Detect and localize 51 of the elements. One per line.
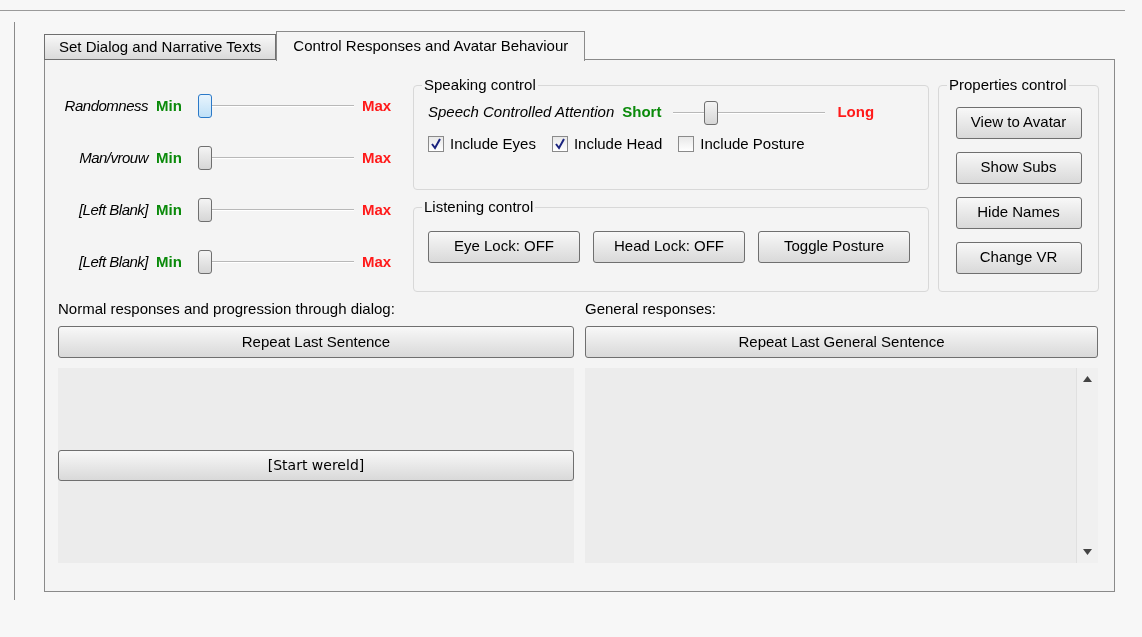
min-label: Min (156, 199, 183, 220)
min-label: Min (156, 95, 183, 116)
button[interactable]: Toggle Posture (758, 230, 910, 263)
min-label: Min (156, 147, 183, 168)
checkbox[interactable] (678, 135, 695, 152)
slider[interactable] (673, 100, 826, 125)
max-label: Max (362, 251, 392, 272)
max-label: Max (362, 199, 392, 220)
slider[interactable] (198, 198, 354, 222)
slider-label: Speech Controlled Attention (428, 102, 615, 123)
button[interactable]: Repeat Last Sentence (58, 326, 574, 358)
button[interactable]: Hide Names (955, 196, 1082, 229)
checkbox[interactable] (428, 135, 444, 152)
section-label: Normal responses and progression through dialog: (58, 299, 396, 318)
group-title: Properties control (948, 75, 1068, 95)
checkbox-label: Include Eyes (450, 133, 536, 154)
checkbox[interactable] (551, 135, 568, 152)
slider-label: Randomness (63, 95, 149, 116)
scrollbar[interactable] (1076, 368, 1098, 563)
max-label: Max (362, 95, 392, 116)
max-label: Long (837, 102, 875, 123)
button[interactable]: Show Subs (955, 151, 1082, 184)
scroll-down-icon[interactable] (1083, 549, 1092, 555)
slider-label: [Left Blank] (77, 199, 150, 220)
button[interactable]: [Start wereld] (58, 450, 574, 481)
tab[interactable]: Set Dialog and Narrative Texts (44, 34, 277, 60)
slider-thumb[interactable] (703, 100, 718, 125)
section-label: General responses: (585, 299, 717, 318)
scroll-up-icon[interactable] (1083, 376, 1092, 382)
slider-thumb[interactable] (198, 198, 212, 222)
button[interactable]: Head Lock: OFF (593, 230, 745, 263)
button[interactable]: Eye Lock: OFF (428, 230, 580, 263)
slider-thumb[interactable] (198, 94, 212, 118)
min-label: Short (622, 102, 662, 123)
group-title: Speaking control (423, 75, 537, 95)
slider-thumb[interactable] (198, 250, 212, 274)
slider-label: [Left Blank] (77, 251, 150, 272)
group-title: Listening control (423, 197, 535, 217)
max-label: Max (362, 147, 392, 168)
slider-label: Man/vrouw (78, 147, 150, 168)
checkbox-label: Include Posture (700, 133, 805, 154)
button[interactable]: Change VR (955, 241, 1082, 274)
button[interactable]: View to Avatar (955, 106, 1082, 139)
slider-thumb[interactable] (198, 146, 212, 170)
min-label: Min (156, 251, 183, 272)
tab[interactable]: Control Responses and Avatar Behaviour (276, 31, 586, 61)
button[interactable]: Repeat Last General Sentence (585, 326, 1098, 358)
slider[interactable] (198, 146, 354, 170)
checkbox-label: Include Head (573, 133, 663, 154)
slider[interactable] (198, 250, 354, 274)
slider[interactable] (198, 94, 354, 118)
